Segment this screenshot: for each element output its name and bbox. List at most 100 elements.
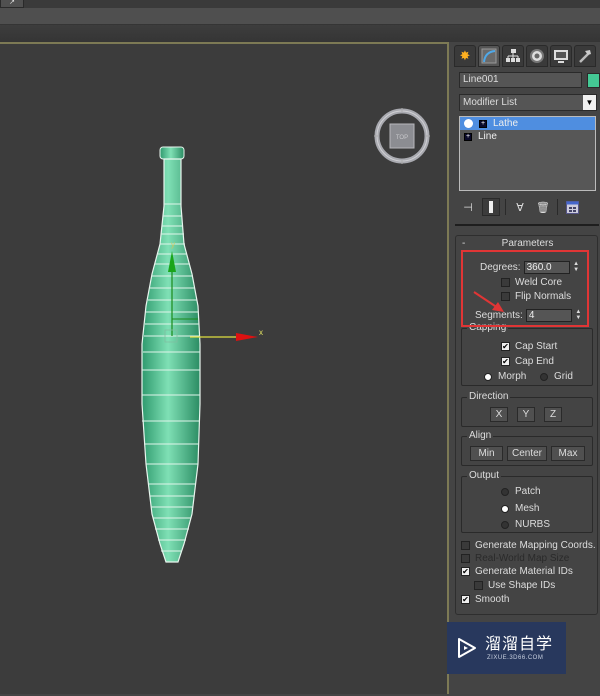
patch-row[interactable]: Patch [501, 486, 541, 497]
cap-start-row[interactable]: ✔ Cap Start [501, 341, 557, 352]
align-group: Align Min Center Max [461, 430, 593, 466]
chevron-down-icon[interactable]: ▼ [583, 95, 596, 110]
viewcube-label: TOP [396, 135, 408, 141]
configure-sets-button[interactable] [563, 198, 581, 216]
object-color-swatch[interactable] [587, 73, 600, 88]
align-center-button[interactable]: Center [507, 446, 547, 461]
smooth-checkbox[interactable]: ✔ [461, 595, 470, 604]
direction-label: Direction [467, 391, 511, 402]
show-end-result-icon [489, 201, 493, 213]
grid-label: Grid [554, 371, 573, 382]
use-shape-ids-row[interactable]: Use Shape IDs [474, 580, 555, 591]
pin-icon: ⊣ [463, 201, 473, 214]
watermark-title: 溜溜自学 [485, 636, 554, 653]
patch-label: Patch [515, 486, 541, 497]
gizmo-y-label: y [171, 240, 175, 249]
make-unique-icon: ∀ [516, 201, 524, 214]
modifier-stack[interactable]: + Lathe + Line [459, 116, 596, 191]
rollout-title[interactable]: Parameters [456, 238, 599, 249]
separator [505, 199, 506, 215]
nurbs-label: NURBS [515, 519, 551, 530]
grid-row[interactable]: Grid [540, 371, 573, 382]
use-shape-ids-checkbox[interactable] [474, 581, 483, 590]
nurbs-row[interactable]: NURBS [501, 519, 550, 530]
morph-radio[interactable] [484, 372, 492, 381]
align-max-button[interactable]: Max [551, 446, 585, 461]
hierarchy-icon [506, 49, 520, 62]
utilities-icon [579, 50, 591, 63]
real-world-row[interactable]: Real-World Map Size [461, 553, 569, 564]
morph-row[interactable]: Morph [484, 371, 526, 382]
stack-item-label: Lathe [493, 118, 519, 129]
cap-end-row[interactable]: ✔ Cap End [501, 356, 554, 367]
gen-mapping-row[interactable]: Generate Mapping Coords. [461, 540, 596, 551]
output-group: Output Patch Mesh NURBS [461, 470, 593, 533]
patch-radio[interactable] [501, 487, 509, 496]
gen-material-ids-label: Generate Material IDs [475, 566, 573, 577]
tab-motion[interactable] [526, 45, 548, 67]
trash-icon: 🗑 [536, 201, 550, 214]
align-label: Align [467, 430, 494, 441]
output-label: Output [467, 470, 502, 481]
real-world-checkbox[interactable] [461, 554, 470, 563]
pin-stack-button[interactable]: ⊣ [459, 198, 477, 216]
viewport[interactable]: y x TOP [0, 42, 449, 694]
show-end-result-button[interactable] [482, 198, 500, 216]
modifier-list-dropdown[interactable]: Modifier List ▼ [459, 94, 597, 111]
grid-radio[interactable] [540, 372, 548, 381]
modifier-list-label: Modifier List [463, 97, 517, 108]
viewcube[interactable]: TOP [373, 107, 431, 165]
motion-icon [530, 49, 544, 63]
toolbar-button[interactable]: ↗ [0, 0, 24, 8]
tab-create[interactable]: ✸ [454, 45, 476, 67]
smooth-row[interactable]: ✔ Smooth [461, 594, 509, 605]
nurbs-radio[interactable] [501, 520, 509, 529]
lightbulb-icon[interactable] [464, 119, 473, 128]
mesh-row[interactable]: Mesh [501, 503, 539, 514]
tab-display[interactable] [550, 45, 572, 67]
bottle-cap [159, 146, 185, 160]
gen-mapping-checkbox[interactable] [461, 541, 470, 550]
morph-label: Morph [498, 371, 527, 382]
direction-z-button[interactable]: Z [544, 407, 562, 422]
gen-material-ids-row[interactable]: ✔ Generate Material IDs [461, 566, 573, 577]
gizmo-x-arrow[interactable] [236, 333, 258, 341]
cap-end-checkbox[interactable]: ✔ [501, 357, 510, 366]
tab-hierarchy[interactable] [502, 45, 524, 67]
bottle-body [141, 158, 201, 563]
stack-item-line[interactable]: + Line [460, 130, 595, 143]
gen-material-ids-checkbox[interactable]: ✔ [461, 567, 470, 576]
divider [455, 224, 599, 226]
gizmo-x-label: x [259, 328, 263, 337]
command-panel-tabs: ✸ [454, 45, 596, 67]
top-toolbar: ↗ [0, 0, 600, 8]
cap-end-label: Cap End [515, 356, 554, 367]
display-icon [554, 50, 568, 63]
tab-modify[interactable] [478, 45, 500, 67]
tab-utilities[interactable] [574, 45, 596, 67]
direction-y-button[interactable]: Y [517, 407, 535, 422]
play-logo-icon [458, 638, 476, 658]
cap-start-label: Cap Start [515, 341, 558, 352]
make-unique-button[interactable]: ∀ [511, 198, 529, 216]
direction-x-button[interactable]: X [490, 407, 508, 422]
modify-icon [481, 48, 497, 64]
align-min-button[interactable]: Min [470, 446, 503, 461]
viewport-header [0, 25, 600, 42]
expand-icon[interactable]: + [479, 119, 487, 128]
stack-item-lathe[interactable]: + Lathe [460, 117, 595, 130]
use-shape-ids-label: Use Shape IDs [488, 580, 556, 591]
object-name-field[interactable]: Line001 [459, 72, 582, 88]
watermark-subtitle: ZIXUE.3D66.COM [487, 655, 544, 661]
arrow-annotation-icon [473, 291, 504, 312]
cap-start-checkbox[interactable]: ✔ [501, 342, 510, 351]
create-icon: ✸ [459, 48, 471, 63]
remove-modifier-button[interactable]: 🗑 [534, 198, 552, 216]
direction-group: Direction X Y Z [461, 391, 593, 427]
bottle-model[interactable] [141, 146, 201, 563]
stack-toolbar: ⊣ ∀ 🗑 [459, 196, 597, 218]
ribbon-bar [0, 8, 600, 25]
mesh-radio[interactable] [501, 504, 509, 513]
expand-icon[interactable]: + [464, 132, 472, 141]
configure-sets-icon [565, 200, 579, 214]
